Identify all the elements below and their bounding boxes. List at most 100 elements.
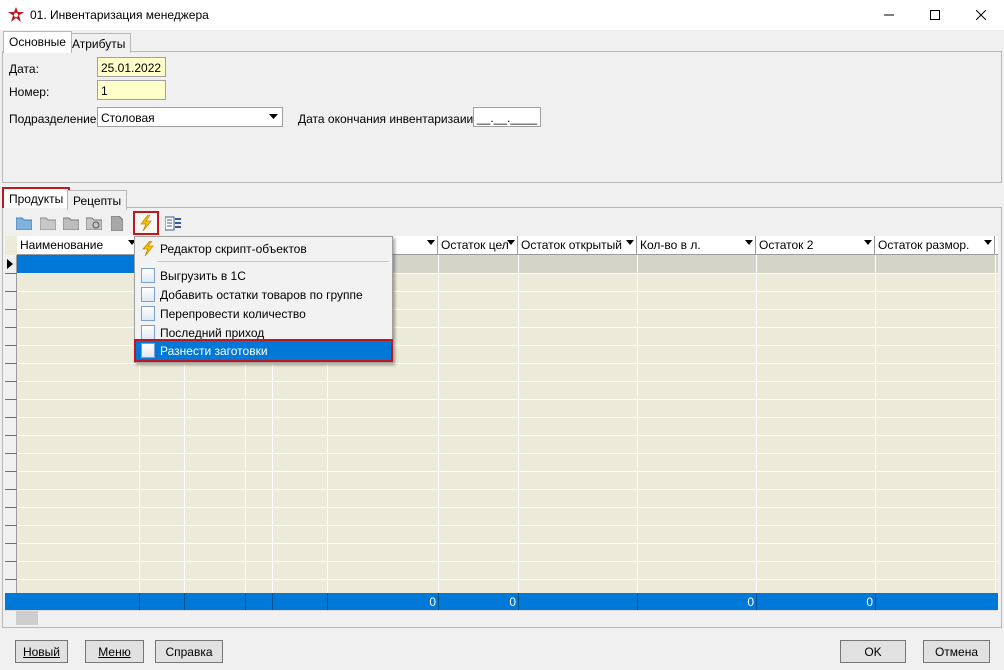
end-date-label: Дата окончания инвентаризаии: bbox=[298, 112, 477, 126]
row-indicator-line bbox=[5, 543, 17, 544]
row-gridline bbox=[17, 507, 998, 508]
script-objects-button[interactable] bbox=[133, 211, 159, 235]
row-indicator-line bbox=[5, 291, 17, 292]
menu-item-distribute-preparations[interactable]: Разнести заготовки bbox=[134, 339, 393, 362]
total-separator bbox=[184, 593, 185, 610]
new-button[interactable]: Новый bbox=[15, 640, 68, 663]
column-header-label: Остаток 2 bbox=[759, 238, 814, 252]
menu-button[interactable]: Меню bbox=[85, 640, 144, 663]
selected-cell[interactable] bbox=[17, 255, 139, 273]
maximize-button[interactable] bbox=[912, 0, 958, 30]
menu-separator bbox=[157, 261, 389, 262]
total-value: 0 bbox=[429, 595, 436, 609]
department-label: Подразделение: bbox=[9, 112, 100, 126]
minimize-button[interactable] bbox=[866, 0, 912, 30]
row-indicator-line bbox=[5, 579, 17, 580]
column-header-label: Остаток открытый bbox=[521, 238, 623, 252]
column-header-label: Кол-во в л. bbox=[640, 238, 701, 252]
row-indicator-line bbox=[5, 525, 17, 526]
row-indicator-line bbox=[5, 561, 17, 562]
total-separator bbox=[756, 593, 757, 610]
column-header-label: Наименование bbox=[20, 238, 104, 252]
sort-arrow-icon[interactable] bbox=[507, 240, 515, 245]
row-indicator-line bbox=[5, 327, 17, 328]
total-value: 0 bbox=[509, 595, 516, 609]
row-gridline bbox=[17, 471, 998, 472]
app-logo-icon bbox=[8, 7, 24, 23]
scrollbar-thumb[interactable] bbox=[16, 611, 38, 625]
document-icon bbox=[141, 343, 155, 358]
total-value: 0 bbox=[747, 595, 754, 609]
document-icon bbox=[141, 268, 155, 283]
column-header-label: Остаток размор. bbox=[878, 238, 970, 252]
row-gridline bbox=[17, 561, 998, 562]
tab-main[interactable]: Основные bbox=[3, 31, 72, 53]
menu-item-last-receipt[interactable]: Последний приход bbox=[136, 323, 391, 342]
end-date-field[interactable]: __.__.____ bbox=[473, 107, 541, 127]
dropdown-arrow-icon[interactable] bbox=[265, 108, 282, 126]
sort-arrow-icon[interactable] bbox=[626, 240, 634, 245]
document-icon bbox=[141, 287, 155, 302]
number-label: Номер: bbox=[9, 85, 50, 99]
cancel-button[interactable]: Отмена bbox=[923, 640, 990, 663]
column-header-col-last[interactable]: С bbox=[995, 236, 998, 255]
total-separator bbox=[518, 593, 519, 610]
row-gridline bbox=[17, 417, 998, 418]
row-indicator-line bbox=[5, 381, 17, 382]
folder-open-icon[interactable] bbox=[39, 214, 57, 232]
column-header-col-stock-whole[interactable]: Остаток цел bbox=[438, 236, 518, 255]
list-settings-icon[interactable] bbox=[164, 214, 182, 232]
sort-arrow-icon[interactable] bbox=[745, 240, 753, 245]
horizontal-scrollbar[interactable] bbox=[5, 610, 998, 626]
row-gridline bbox=[17, 525, 998, 526]
menu-item-export-1c[interactable]: Выгрузить в 1С bbox=[136, 266, 391, 285]
total-separator bbox=[875, 593, 876, 610]
row-indicator-line bbox=[5, 507, 17, 508]
row-indicator-line bbox=[5, 417, 17, 418]
column-header-col-stock-thawed[interactable]: Остаток размор. bbox=[875, 236, 995, 255]
date-field[interactable]: 25.01.2022 bbox=[97, 57, 166, 77]
row-gridline bbox=[17, 579, 998, 580]
total-separator bbox=[272, 593, 273, 610]
number-field[interactable]: 1 bbox=[97, 80, 166, 100]
tab-products[interactable]: Продукты bbox=[2, 187, 71, 208]
total-separator bbox=[637, 593, 638, 610]
totals-row: 0 0 0 0 bbox=[5, 593, 998, 610]
tab-attributes[interactable]: Атрибуты bbox=[66, 33, 132, 53]
close-button[interactable] bbox=[958, 0, 1004, 30]
column-header-col-stock-2[interactable]: Остаток 2 bbox=[756, 236, 875, 255]
document-icon bbox=[141, 306, 155, 321]
tab-recipes[interactable]: Рецепты bbox=[67, 190, 128, 210]
column-header-col-name[interactable]: Наименование bbox=[17, 236, 139, 255]
window-title: 01. Инвентаризация менеджера bbox=[30, 8, 209, 22]
row-indicator-line bbox=[5, 399, 17, 400]
sort-arrow-icon[interactable] bbox=[864, 240, 872, 245]
column-header-col-stock-open[interactable]: Остаток открытый bbox=[518, 236, 637, 255]
document-icon[interactable] bbox=[108, 214, 126, 232]
menu-item-add-stock-by-group[interactable]: Добавить остатки товаров по группе bbox=[136, 285, 391, 304]
total-separator bbox=[327, 593, 328, 610]
row-gridline bbox=[17, 489, 998, 490]
row-indicator-line bbox=[5, 345, 17, 346]
folder-refresh-icon[interactable] bbox=[85, 214, 103, 232]
menu-item-repost-quantity[interactable]: Перепровести количество bbox=[136, 304, 391, 323]
row-gridline bbox=[17, 381, 998, 382]
row-indicator-line bbox=[5, 273, 17, 274]
menu-item-script-editor[interactable]: Редактор скрипт-объектов bbox=[136, 239, 391, 258]
sort-arrow-icon[interactable] bbox=[984, 240, 992, 245]
row-indicator-line bbox=[5, 489, 17, 490]
sort-arrow-icon[interactable] bbox=[427, 240, 435, 245]
department-select[interactable]: Столовая bbox=[97, 107, 283, 127]
row-indicator-line bbox=[5, 309, 17, 310]
row-gridline bbox=[17, 543, 998, 544]
row-gridline bbox=[17, 435, 998, 436]
total-separator bbox=[438, 593, 439, 610]
help-button[interactable]: Справка bbox=[155, 640, 223, 663]
lightning-icon bbox=[140, 215, 152, 231]
ok-button[interactable]: OK bbox=[840, 640, 906, 663]
column-header-col-qty-per-l[interactable]: Кол-во в л. bbox=[637, 236, 756, 255]
folder-icon[interactable] bbox=[15, 214, 33, 232]
date-label: Дата: bbox=[9, 62, 39, 76]
folder-closed-icon[interactable] bbox=[62, 214, 80, 232]
total-value: 0 bbox=[866, 595, 873, 609]
